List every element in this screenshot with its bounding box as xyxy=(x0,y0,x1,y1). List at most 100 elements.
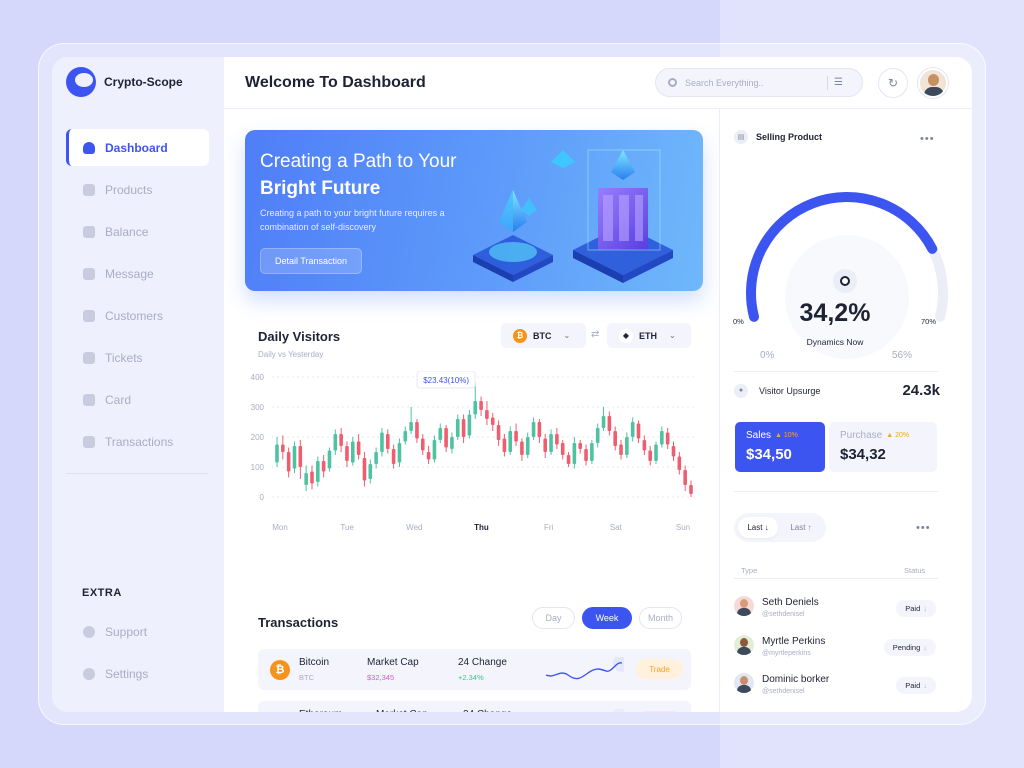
list-item[interactable]: Seth Deniels@sethdeniselPending↓ xyxy=(734,709,938,712)
candle-body xyxy=(578,443,583,449)
mail-icon xyxy=(83,267,95,280)
avatar-body xyxy=(737,646,751,655)
user-icon: ● xyxy=(734,383,748,398)
candle-body xyxy=(333,434,338,451)
sidebar-item-label: Support xyxy=(105,624,148,639)
y-tick-label: 100 xyxy=(251,463,265,472)
status-badge[interactable]: Paid ↓ xyxy=(896,677,936,694)
candle-body xyxy=(339,434,343,446)
sparkline xyxy=(545,657,624,680)
more-options-icon[interactable]: ••• xyxy=(916,522,931,534)
purchase-card[interactable]: Purchase ▲ 20% $34,32 xyxy=(829,422,937,472)
x-tick-label: Sun xyxy=(676,523,690,532)
coin-b-label: ETH xyxy=(639,330,657,341)
status-badge[interactable]: Paid ↓ xyxy=(896,600,936,617)
candle-body xyxy=(380,432,384,452)
coin-select-eth[interactable]: ◆ ETH ⌄ xyxy=(607,323,691,348)
detail-transaction-button[interactable]: Detail Transaction xyxy=(260,248,362,274)
avatar xyxy=(734,673,754,693)
sidebar-item-transactions[interactable]: Transactions xyxy=(66,423,209,460)
search-bar[interactable]: ☰ xyxy=(655,68,863,97)
sidebar-item-label: Products xyxy=(105,182,153,197)
candle-body xyxy=(391,449,396,464)
sidebar-item-customers[interactable]: Customers xyxy=(66,297,209,334)
users-icon xyxy=(83,309,95,322)
sidebar-item-message[interactable]: Message xyxy=(66,255,209,292)
candle-body xyxy=(351,441,355,463)
list-item[interactable]: Myrtle Perkins @myrtleperkins Pending ↓ xyxy=(734,632,938,671)
sidebar-item-label: Message xyxy=(105,266,154,281)
transactions-list: ₿ Bitcoin BTC Market Cap $32,345 24 Change +2.… xyxy=(258,649,691,712)
sidebar-item-products[interactable]: Products xyxy=(66,171,209,208)
candle-body xyxy=(601,416,606,428)
candle-body xyxy=(316,461,320,482)
sidebar-item-label: Balance xyxy=(105,224,149,239)
sidebar-divider xyxy=(66,473,208,474)
sidebar-item-balance[interactable]: Balance xyxy=(66,213,209,250)
candle-body xyxy=(508,431,513,452)
status-badge[interactable]: Pending ↓ xyxy=(883,638,936,656)
sales-pct: ▲ 10% xyxy=(775,432,798,439)
divider xyxy=(734,491,938,492)
period-day-button[interactable]: Day xyxy=(532,607,575,629)
list-item[interactable]: Dominic borker @sethdenisel Paid ↓ xyxy=(734,670,938,709)
sort-toggle-option[interactable]: Last ↑ xyxy=(781,517,821,538)
list-item[interactable]: Seth Deniels @sethdenisel Paid ↓ xyxy=(734,593,938,632)
person-name: Myrtle Perkins xyxy=(762,635,826,647)
candle-body xyxy=(310,471,314,484)
candle-body xyxy=(531,422,536,437)
wallet-icon xyxy=(83,225,95,238)
candle-body xyxy=(520,441,524,455)
daily-visitors-title: Daily Visitors xyxy=(258,329,341,344)
logo[interactable]: Crypto-Scope xyxy=(66,67,183,97)
candle-body xyxy=(514,431,518,442)
candle-body xyxy=(415,422,419,439)
gauge-right-label: 70% xyxy=(921,317,937,326)
candle-body xyxy=(485,410,489,419)
avatar xyxy=(734,634,754,655)
refresh-button[interactable]: ↻ xyxy=(878,68,908,98)
candle-body xyxy=(555,434,559,445)
candle-body xyxy=(654,444,658,461)
coin-name: Bitcoin xyxy=(299,657,330,668)
person-name: Dominic borker xyxy=(762,674,830,685)
candle-body xyxy=(286,452,291,472)
candle-body xyxy=(479,401,483,410)
transaction-row[interactable]: ◆EthereumETHMarket Cap$32,34524 Change+1… xyxy=(258,701,691,712)
transaction-row[interactable]: ₿ Bitcoin BTC Market Cap $32,345 24 Change +2.… xyxy=(258,649,691,690)
candle-body xyxy=(275,444,279,463)
swap-icon[interactable]: ⇄ xyxy=(591,329,599,340)
sidebar-item-dashboard[interactable]: Dashboard xyxy=(66,129,209,166)
sort-toggle-option[interactable]: Last ↓ xyxy=(738,517,778,538)
people-list: Seth Deniels @sethdenisel Paid ↓ Myrtle Perk… xyxy=(734,593,938,712)
x-tick-label: Fri xyxy=(544,523,554,532)
coin-select-btc[interactable]: ₿ BTC ⌄ xyxy=(501,323,586,348)
sales-label-row: Sales ▲ 10% xyxy=(746,430,814,441)
candle-body xyxy=(444,428,448,448)
user-avatar[interactable] xyxy=(918,68,948,98)
right-panel: ▤ Selling Product ••• 34,2% Dynamics Now… xyxy=(720,109,972,712)
candle-body xyxy=(677,456,682,470)
sales-card[interactable]: Sales ▲ 10% $34,50 xyxy=(735,422,825,472)
sidebar-item-settings[interactable]: Settings xyxy=(66,655,209,692)
sparkline-glow xyxy=(613,657,624,672)
sidebar-item-tickets[interactable]: Tickets xyxy=(66,339,209,376)
gear-icon xyxy=(83,667,95,680)
avatar-head xyxy=(740,676,748,685)
filter-icon[interactable]: ☰ xyxy=(834,77,843,88)
sales-pct-value: 10% xyxy=(783,432,798,439)
x-tick-label: Thu xyxy=(474,523,489,532)
sidebar-item-support[interactable]: Support xyxy=(66,613,209,650)
search-input[interactable] xyxy=(685,77,825,88)
more-options-icon[interactable]: ••• xyxy=(920,133,935,145)
extra-section-label: EXTRA xyxy=(82,587,122,599)
candle-body xyxy=(671,446,676,457)
sidebar-item-card[interactable]: Card xyxy=(66,381,209,418)
visitor-upsurge-row: ● Visitor Upsurge 24.3k xyxy=(734,382,940,399)
trade-button[interactable]: Trade xyxy=(636,659,683,679)
change-label: 24 Change xyxy=(463,709,512,712)
candle-body xyxy=(292,446,297,469)
trade-button[interactable]: Trade xyxy=(636,711,683,712)
period-week-button[interactable]: Week xyxy=(582,607,632,629)
period-month-button[interactable]: Month xyxy=(639,607,682,629)
